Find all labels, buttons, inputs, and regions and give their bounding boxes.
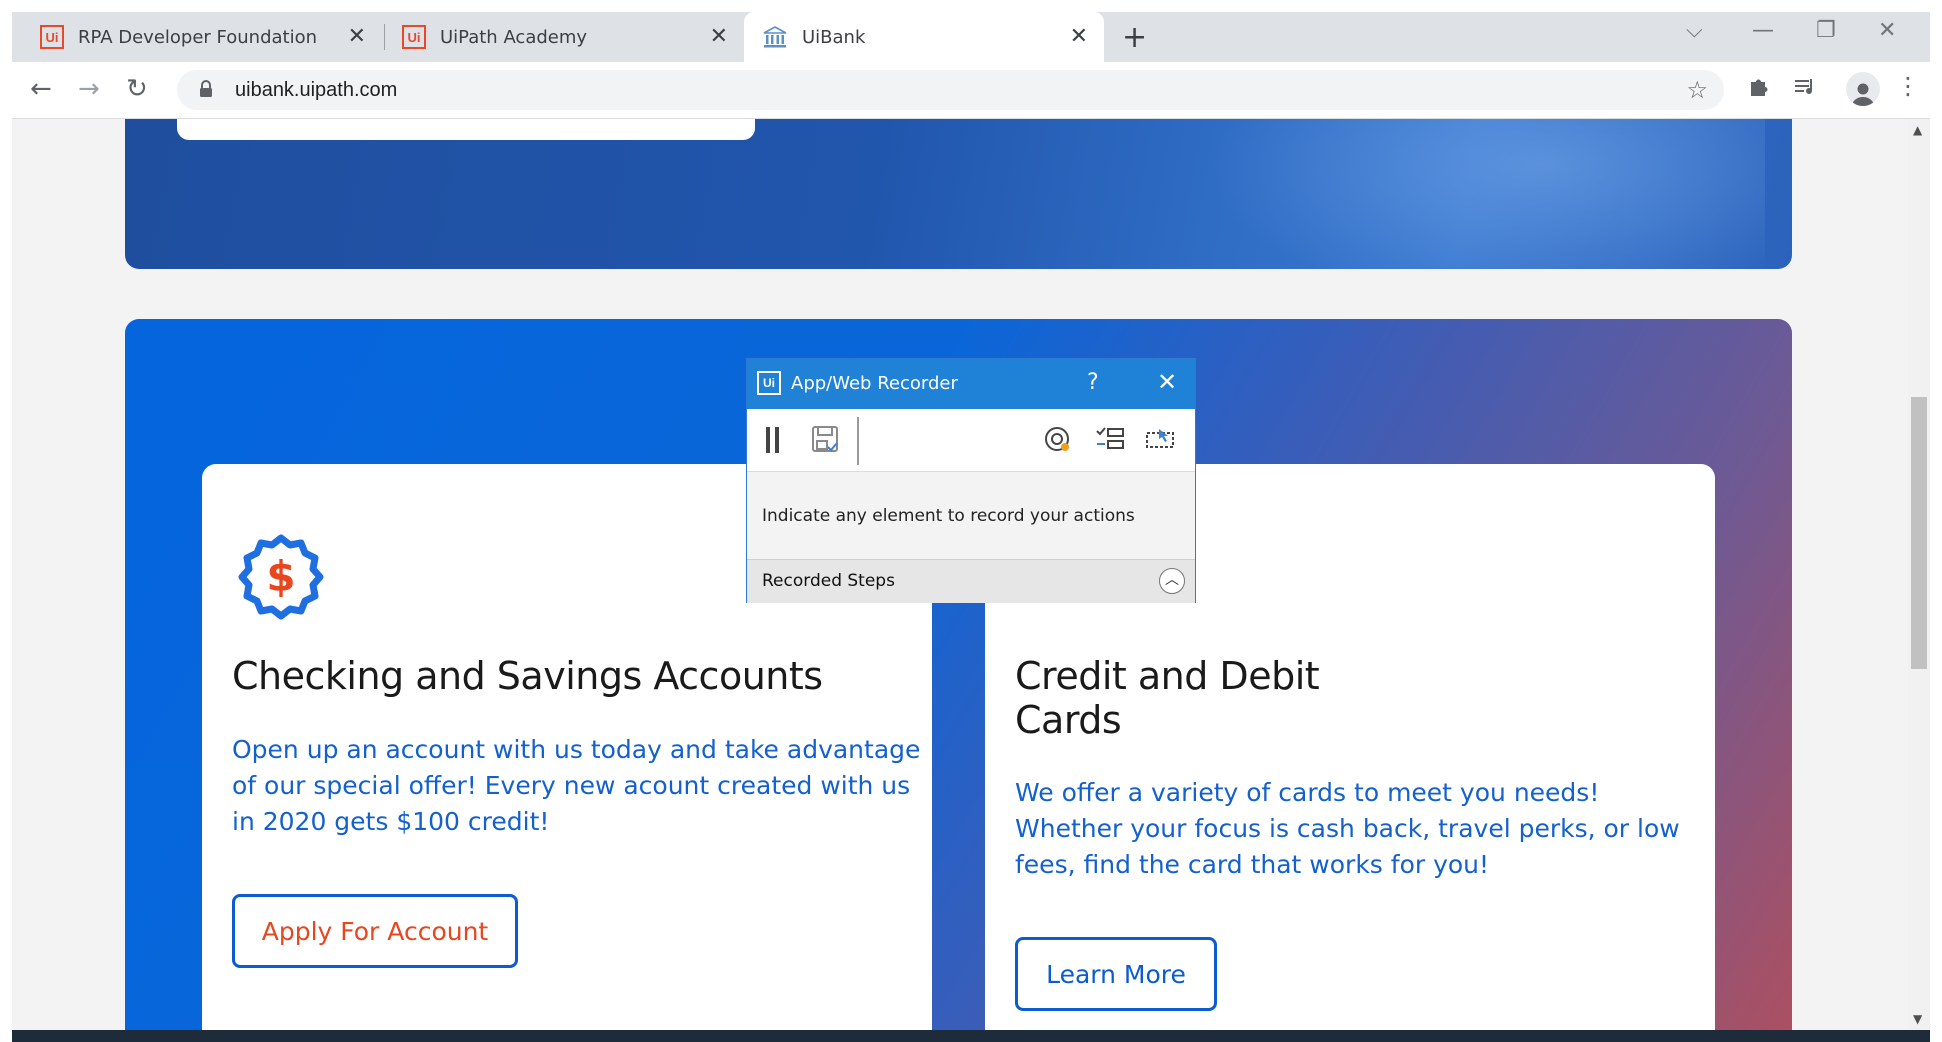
tab-title: UiPath Academy bbox=[440, 26, 588, 48]
toolbar-divider bbox=[857, 417, 859, 465]
app-web-recorder-dialog: Ui App/Web Recorder ? ✕ Indicate any ele… bbox=[746, 358, 1196, 603]
target-record-icon[interactable] bbox=[1043, 425, 1073, 455]
hero-card bbox=[177, 119, 755, 140]
checking-title: Checking and Savings Accounts bbox=[232, 654, 823, 698]
close-icon[interactable]: ✕ bbox=[348, 24, 366, 49]
hero-image bbox=[1205, 119, 1765, 269]
svg-text:$: $ bbox=[266, 552, 295, 601]
more-menu-icon[interactable]: ⋮ bbox=[1896, 72, 1920, 100]
close-icon[interactable]: ✕ bbox=[710, 24, 728, 49]
learn-more-button[interactable]: Learn More bbox=[1015, 937, 1217, 1011]
checking-description: Open up an account with us today and tak… bbox=[232, 735, 921, 836]
profile-avatar-icon[interactable] bbox=[1846, 72, 1880, 106]
cards-description: We offer a variety of cards to meet you … bbox=[1015, 778, 1680, 879]
apply-for-account-button[interactable]: Apply For Account bbox=[232, 894, 518, 968]
tab-title: RPA Developer Foundation bbox=[78, 26, 318, 48]
close-icon[interactable]: ✕ bbox=[1070, 24, 1088, 49]
scroll-down-arrow-icon[interactable]: ▼ bbox=[1913, 1012, 1922, 1026]
dollar-badge-icon: $ bbox=[238, 534, 324, 620]
back-arrow-icon[interactable]: ← bbox=[30, 74, 52, 104]
scrollbar-thumb[interactable] bbox=[1911, 397, 1927, 669]
bookmark-star-icon[interactable]: ☆ bbox=[1686, 76, 1708, 104]
screenshot-select-icon[interactable] bbox=[1145, 425, 1177, 455]
new-tab-button[interactable]: + bbox=[1122, 20, 1147, 55]
minimize-button[interactable]: — bbox=[1752, 18, 1774, 43]
steps-list-icon[interactable] bbox=[1095, 425, 1125, 455]
forward-arrow-icon[interactable]: → bbox=[78, 74, 100, 104]
recorded-steps-panel[interactable]: Recorded Steps ︿ bbox=[747, 559, 1195, 603]
recorder-title-bar[interactable]: Ui App/Web Recorder ? ✕ bbox=[747, 359, 1195, 409]
uipath-logo-icon: Ui bbox=[402, 25, 426, 49]
pause-icon[interactable] bbox=[763, 425, 783, 455]
uipath-logo-icon: Ui bbox=[40, 25, 64, 49]
recorder-title: App/Web Recorder bbox=[791, 373, 958, 394]
address-bar[interactable]: uibank.uipath.com ☆ bbox=[177, 70, 1724, 110]
recorded-steps-label: Recorded Steps bbox=[762, 571, 895, 591]
restore-button[interactable]: ❐ bbox=[1816, 18, 1836, 43]
reload-icon[interactable]: ↻ bbox=[126, 74, 148, 104]
help-button[interactable]: ? bbox=[1087, 370, 1099, 395]
url-text: uibank.uipath.com bbox=[235, 79, 398, 101]
lock-icon bbox=[200, 80, 212, 97]
browser-toolbar: ← → ↻ uibank.uipath.com ☆ ⋮ bbox=[12, 62, 1930, 119]
chevron-up-icon[interactable]: ︿ bbox=[1159, 568, 1185, 594]
window-close-button[interactable]: ✕ bbox=[1878, 18, 1896, 43]
scroll-up-arrow-icon[interactable]: ▲ bbox=[1913, 123, 1922, 137]
close-icon[interactable]: ✕ bbox=[1157, 368, 1177, 396]
tab-title: UiBank bbox=[802, 26, 866, 48]
save-steps-icon[interactable] bbox=[811, 425, 841, 455]
uipath-logo-icon: Ui bbox=[757, 371, 781, 395]
recorder-toolbar bbox=[747, 409, 1195, 472]
tab-search-chevron-icon[interactable]: ⌵ bbox=[1686, 18, 1703, 43]
os-taskbar bbox=[12, 1030, 1930, 1042]
page-scrollbar[interactable]: ▲ ▼ bbox=[1908, 119, 1930, 1030]
cards-title: Credit and Debit Cards bbox=[1015, 654, 1320, 742]
browser-tab-bar: Ui RPA Developer Foundation ✕ Ui UiPath … bbox=[12, 12, 1930, 62]
extensions-puzzle-icon[interactable] bbox=[1748, 76, 1770, 104]
hero-banner bbox=[125, 119, 1792, 269]
tab-rpa-developer-foundation[interactable]: Ui RPA Developer Foundation ✕ bbox=[22, 12, 382, 62]
tab-uibank[interactable]: UiBank ✕ bbox=[744, 12, 1104, 62]
recorder-instruction: Indicate any element to record your acti… bbox=[762, 506, 1135, 526]
media-queue-icon[interactable] bbox=[1794, 76, 1818, 104]
bank-icon bbox=[763, 26, 787, 48]
tab-uipath-academy[interactable]: Ui UiPath Academy ✕ bbox=[384, 12, 744, 62]
